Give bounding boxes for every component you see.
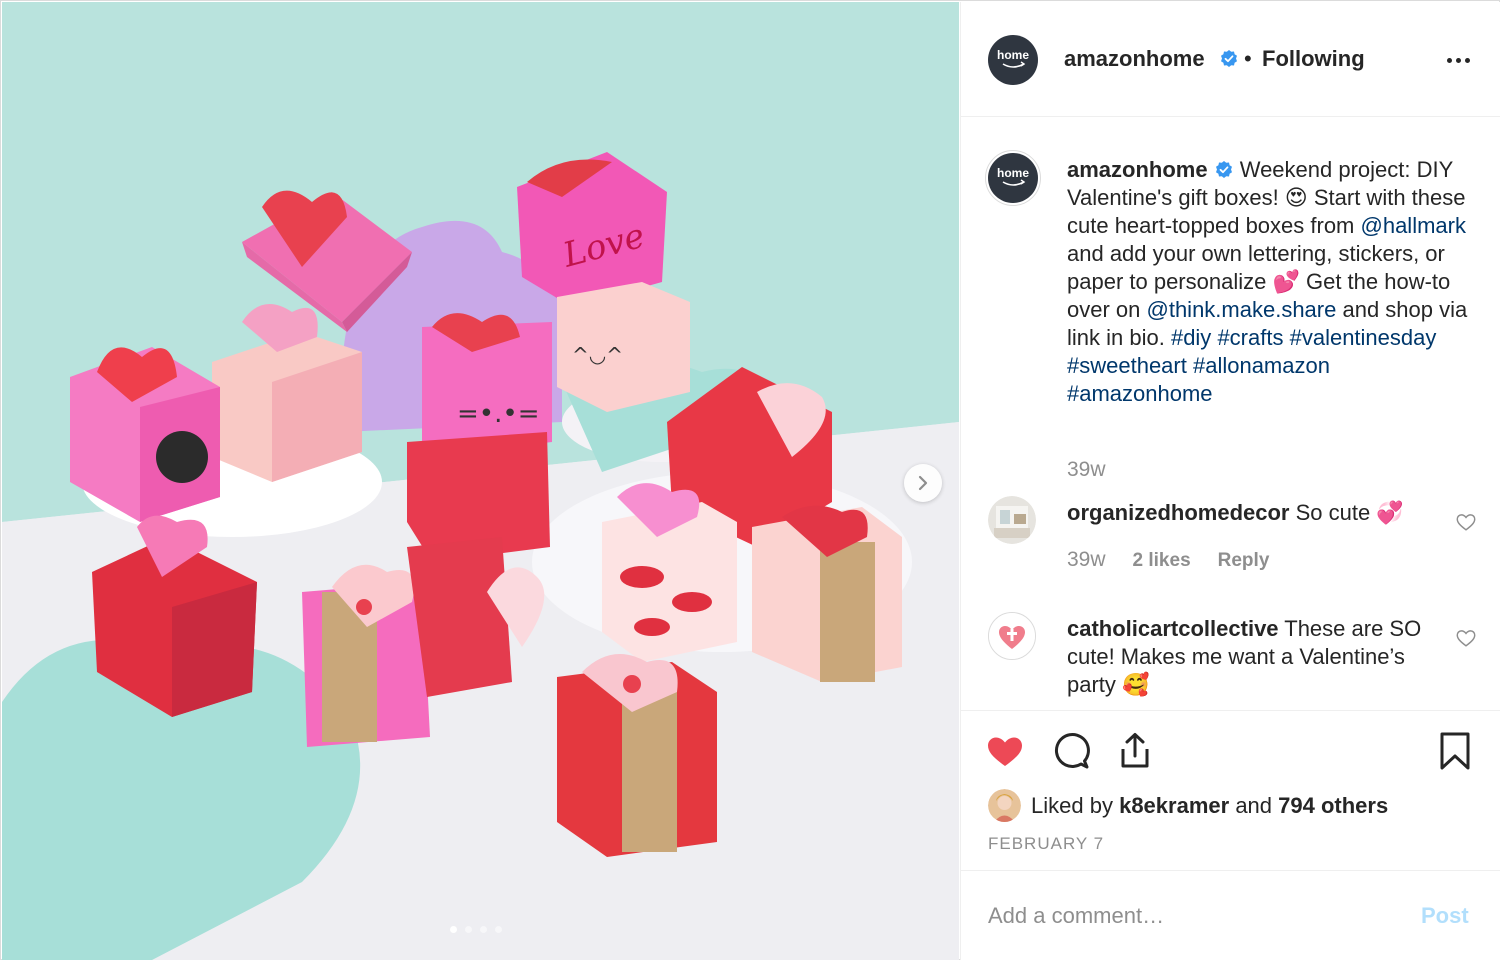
following-button[interactable]: Following <box>1262 46 1365 72</box>
comment-username[interactable]: catholicartcollective <box>1067 616 1279 641</box>
caption-link[interactable]: @hallmark <box>1361 213 1466 238</box>
comments-list[interactable]: home amazonhome Weekend project: DIY Val… <box>961 118 1500 710</box>
chevron-right-icon <box>918 475 928 491</box>
carousel-dot <box>465 926 472 933</box>
liked-by-summary: Liked by k8ekramer and 794 others <box>988 789 1388 822</box>
commenter-avatar[interactable] <box>988 612 1036 660</box>
amazon-home-logo: home <box>997 48 1029 68</box>
liked-by-prefix: Liked by <box>1031 792 1113 818</box>
more-options-button[interactable] <box>1443 54 1474 67</box>
author-username[interactable]: amazonhome <box>1064 46 1205 72</box>
verified-badge-icon <box>1215 161 1232 178</box>
svg-text:^◡^: ^◡^ <box>572 343 623 367</box>
more-dot-icon <box>1447 58 1452 63</box>
header-separator: • <box>1244 46 1252 71</box>
save-bookmark-icon[interactable] <box>1435 731 1475 771</box>
post-header: home amazonhome • Following <box>961 2 1500 117</box>
caption-author-avatar[interactable]: home <box>988 153 1038 203</box>
carousel-dot <box>450 926 457 933</box>
caption-text: amazonhome Weekend project: DIY Valentin… <box>1067 156 1477 408</box>
more-dot-icon <box>1456 58 1461 63</box>
caption-link[interactable]: #valentinesday <box>1290 325 1437 350</box>
more-dot-icon <box>1465 58 1470 63</box>
share-icon[interactable] <box>1115 731 1155 771</box>
comment-text: organizedhomedecor So cute 💞 <box>1067 499 1437 527</box>
comment-meta: 39w 2 likes Reply <box>1067 548 1269 572</box>
author-avatar[interactable]: home <box>988 35 1038 85</box>
caption-link[interactable]: #sweetheart <box>1067 353 1187 378</box>
post-details-panel: home amazonhome • Following home amazonh… <box>960 2 1500 960</box>
caption-username[interactable]: amazonhome <box>1067 157 1208 182</box>
comment-likes-count[interactable]: 2 likes <box>1133 550 1191 572</box>
comment-like-heart-icon[interactable] <box>1455 627 1477 649</box>
amazon-home-logo: home <box>997 166 1029 186</box>
add-comment-input[interactable] <box>988 899 1388 933</box>
carousel-dots <box>450 926 502 933</box>
avatar-logo-text: home <box>997 166 1029 180</box>
comment-composer: Post <box>961 870 1500 960</box>
caption-link[interactable]: #diy <box>1171 325 1211 350</box>
post-frame: =•.•= Love ^◡^ home amazonhome • Followi… <box>0 0 1500 960</box>
carousel-dot <box>480 926 487 933</box>
caption-link[interactable]: #crafts <box>1217 325 1283 350</box>
carousel-dot <box>495 926 502 933</box>
post-actions: Liked by k8ekramer and 794 others FEBRUA… <box>961 710 1500 870</box>
post-comment-button[interactable]: Post <box>1421 903 1469 929</box>
comment-bubble-icon[interactable] <box>1051 731 1091 771</box>
avatar-logo-text: home <box>997 48 1029 62</box>
caption-link[interactable]: #amazonhome <box>1067 381 1213 406</box>
comment-reply-button[interactable]: Reply <box>1218 550 1270 572</box>
like-heart-icon[interactable] <box>985 731 1025 771</box>
photo-scene: =•.•= Love ^◡^ <box>2 2 959 960</box>
comment-timestamp[interactable]: 39w <box>1067 548 1106 572</box>
post-date[interactable]: FEBRUARY 7 <box>988 834 1104 854</box>
verified-badge-icon <box>1219 49 1239 71</box>
commenter-avatar[interactable] <box>988 496 1036 544</box>
likes-count[interactable]: 794 others <box>1278 793 1388 818</box>
comment-body: So cute 💞 <box>1289 500 1404 525</box>
caption-timestamp[interactable]: 39w <box>1067 458 1106 482</box>
liked-by-and: and <box>1235 792 1273 818</box>
post-photo[interactable]: =•.•= Love ^◡^ <box>2 2 959 960</box>
caption-body: Weekend project: DIY Valentine's gift bo… <box>1067 157 1467 406</box>
comment-text: catholicartcollective These are SO cute!… <box>1067 615 1437 699</box>
svg-text:=•.•=: =•.•= <box>457 399 540 429</box>
comment-username[interactable]: organizedhomedecor <box>1067 500 1289 525</box>
liked-by-avatar[interactable] <box>988 789 1021 822</box>
caption-link[interactable]: #allonamazon <box>1193 353 1330 378</box>
liked-by-username[interactable]: k8ekramer <box>1119 793 1229 818</box>
caption-link[interactable]: @think.make.share <box>1147 297 1337 322</box>
carousel-next-button[interactable] <box>904 464 942 502</box>
comment-like-heart-icon[interactable] <box>1455 511 1477 533</box>
